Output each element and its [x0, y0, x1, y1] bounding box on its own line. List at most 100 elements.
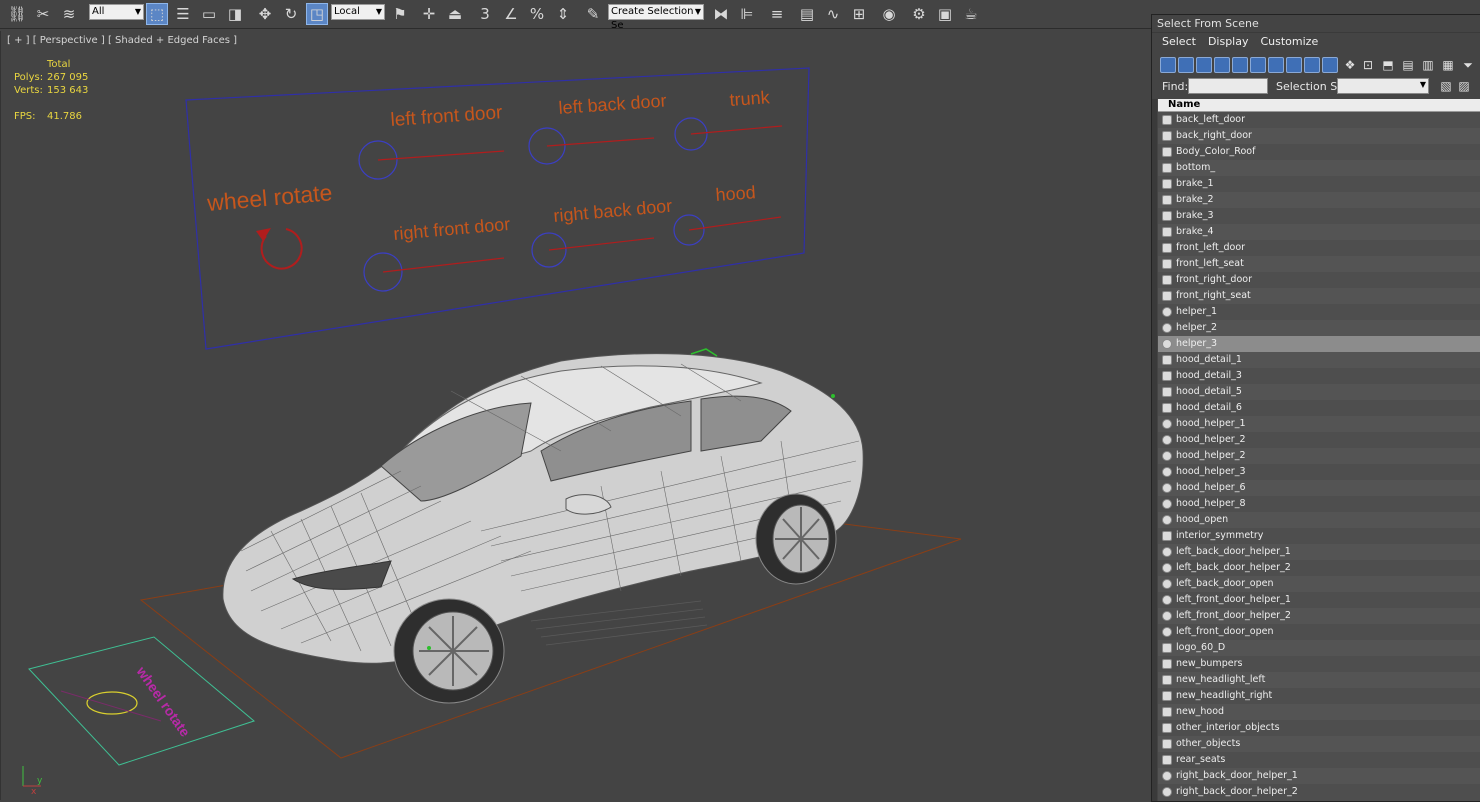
- list-item[interactable]: helper_1: [1158, 304, 1480, 320]
- material-editor-icon[interactable]: ◉: [878, 3, 900, 25]
- list-item[interactable]: hood_helper_3: [1158, 464, 1480, 480]
- list-item[interactable]: other_interior_objects: [1158, 720, 1480, 736]
- display-helpers-icon[interactable]: [1232, 57, 1248, 73]
- wheel-rotate-arrow-icon[interactable]: [260, 228, 303, 270]
- list-item[interactable]: left_front_door_helper_1: [1158, 592, 1480, 608]
- window-crossing-icon[interactable]: ◨: [224, 3, 246, 25]
- find-input[interactable]: [1188, 78, 1268, 94]
- select-object-icon[interactable]: ⬚: [146, 3, 168, 25]
- list-item[interactable]: hood_helper_1: [1158, 416, 1480, 432]
- list-item[interactable]: hood_helper_6: [1158, 480, 1480, 496]
- snap-icon[interactable]: 3: [474, 3, 496, 25]
- front-wheel[interactable]: [393, 598, 505, 704]
- display-cameras-icon[interactable]: [1214, 57, 1230, 73]
- display-containers-icon[interactable]: [1322, 57, 1338, 73]
- list-item[interactable]: left_back_door_helper_1: [1158, 544, 1480, 560]
- list-scrollbar[interactable]: [1152, 99, 1157, 801]
- display-bones-icon[interactable]: [1304, 57, 1320, 73]
- list-item[interactable]: hood_helper_8: [1158, 496, 1480, 512]
- rear-wheel[interactable]: [755, 493, 837, 585]
- bind-icon[interactable]: ≋: [58, 3, 80, 25]
- render-setup-icon[interactable]: ⚙: [908, 3, 930, 25]
- list-item[interactable]: front_left_seat: [1158, 256, 1480, 272]
- display-invert-icon[interactable]: ▥: [1420, 57, 1436, 73]
- list-item[interactable]: hood_detail_6: [1158, 400, 1480, 416]
- rect-region-icon[interactable]: ▭: [198, 3, 220, 25]
- named-selection-set-dropdown[interactable]: Create Selection Se ▼: [608, 4, 704, 31]
- reference-coord-dropdown[interactable]: Local ▼: [331, 4, 385, 20]
- list-item[interactable]: left_front_door_helper_2: [1158, 608, 1480, 624]
- list-item[interactable]: brake_2: [1158, 192, 1480, 208]
- scene-canvas[interactable]: left front door left back door trunk whe…: [1, 31, 1152, 800]
- percent-snap-icon[interactable]: %: [526, 3, 548, 25]
- display-lights-icon[interactable]: [1196, 57, 1212, 73]
- list-item[interactable]: left_front_door_open: [1158, 624, 1480, 640]
- link-icon[interactable]: ⛓: [6, 3, 28, 25]
- list-item[interactable]: front_left_door: [1158, 240, 1480, 256]
- list-item[interactable]: new_headlight_right: [1158, 688, 1480, 704]
- select-manipulate-icon[interactable]: ✛: [418, 3, 440, 25]
- wheel-helper-circle[interactable]: [86, 691, 138, 715]
- curve-editor-icon[interactable]: ∿: [822, 3, 844, 25]
- perspective-viewport[interactable]: [ + ] [ Perspective ] [ Shaded + Edged F…: [0, 31, 1152, 800]
- selection-set-dropdown[interactable]: ▼: [1337, 78, 1429, 94]
- list-item[interactable]: right_back_door_helper_1: [1158, 768, 1480, 784]
- display-shapes-icon[interactable]: [1178, 57, 1194, 73]
- list-item[interactable]: back_left_door: [1158, 112, 1480, 128]
- list-item[interactable]: Body_Color_Roof: [1158, 144, 1480, 160]
- list-item[interactable]: hood_open: [1158, 512, 1480, 528]
- render-icon[interactable]: ☕: [960, 3, 982, 25]
- list-item[interactable]: bottom_: [1158, 160, 1480, 176]
- create-selection-set-icon[interactable]: ▧: [1438, 78, 1454, 94]
- list-item[interactable]: hood_detail_5: [1158, 384, 1480, 400]
- layer-icon[interactable]: ≡: [766, 3, 788, 25]
- list-item[interactable]: hood_detail_1: [1158, 352, 1480, 368]
- filter-icon[interactable]: ⏷: [1460, 57, 1476, 73]
- list-item[interactable]: left_back_door_open: [1158, 576, 1480, 592]
- select-by-name-icon[interactable]: ☰: [172, 3, 194, 25]
- unlink-icon[interactable]: ✂: [32, 3, 54, 25]
- list-item[interactable]: back_right_door: [1158, 128, 1480, 144]
- list-item[interactable]: helper_2: [1158, 320, 1480, 336]
- list-item[interactable]: interior_symmetry: [1158, 528, 1480, 544]
- list-item[interactable]: brake_4: [1158, 224, 1480, 240]
- list-item[interactable]: hood_helper_2: [1158, 448, 1480, 464]
- menu-select[interactable]: Select: [1158, 33, 1204, 51]
- angle-snap-icon[interactable]: ∠: [500, 3, 522, 25]
- list-item[interactable]: new_bumpers: [1158, 656, 1480, 672]
- list-item[interactable]: helper_3: [1158, 336, 1480, 352]
- dialog-title[interactable]: Select From Scene: [1152, 15, 1480, 33]
- list-item[interactable]: left_back_door_helper_2: [1158, 560, 1480, 576]
- menu-customize[interactable]: Customize: [1256, 33, 1326, 51]
- render-frame-icon[interactable]: ▣: [934, 3, 956, 25]
- move-icon[interactable]: ✥: [254, 3, 276, 25]
- display-geometry-icon[interactable]: [1160, 57, 1176, 73]
- display-all-icon[interactable]: ⬒: [1380, 57, 1396, 73]
- rotate-icon[interactable]: ↻: [280, 3, 302, 25]
- display-hidden-icon[interactable]: ⊡: [1360, 57, 1376, 73]
- keyboard-shortcut-icon[interactable]: ⏏: [444, 3, 466, 25]
- list-item[interactable]: logo_60_D: [1158, 640, 1480, 656]
- display-spacewarps-icon[interactable]: [1250, 57, 1266, 73]
- list-item[interactable]: brake_3: [1158, 208, 1480, 224]
- edit-selection-set-icon[interactable]: ▨: [1456, 78, 1472, 94]
- pivot-icon[interactable]: ⚑: [389, 3, 411, 25]
- list-item[interactable]: front_right_door: [1158, 272, 1480, 288]
- selection-filter-dropdown[interactable]: All ▼: [89, 4, 144, 20]
- list-item[interactable]: hood_detail_3: [1158, 368, 1480, 384]
- edit-named-sets-icon[interactable]: ✎: [582, 3, 604, 25]
- wheel-helper-plane[interactable]: [28, 636, 256, 766]
- list-item[interactable]: new_headlight_left: [1158, 672, 1480, 688]
- trunk-slider[interactable]: [690, 125, 783, 135]
- list-item[interactable]: right_back_door_helper_2: [1158, 784, 1480, 800]
- select-all-icon[interactable]: ▦: [1440, 57, 1456, 73]
- display-groups-icon[interactable]: [1268, 57, 1284, 73]
- schematic-icon[interactable]: ⊞: [848, 3, 870, 25]
- list-item[interactable]: hood_helper_2: [1158, 432, 1480, 448]
- mirror-icon[interactable]: ⧓: [710, 3, 732, 25]
- list-item[interactable]: front_right_seat: [1158, 288, 1480, 304]
- spinner-snap-icon[interactable]: ⇕: [552, 3, 574, 25]
- scene-explorer-icon[interactable]: ▤: [796, 3, 818, 25]
- menu-display[interactable]: Display: [1204, 33, 1257, 51]
- align-icon[interactable]: ⊫: [736, 3, 758, 25]
